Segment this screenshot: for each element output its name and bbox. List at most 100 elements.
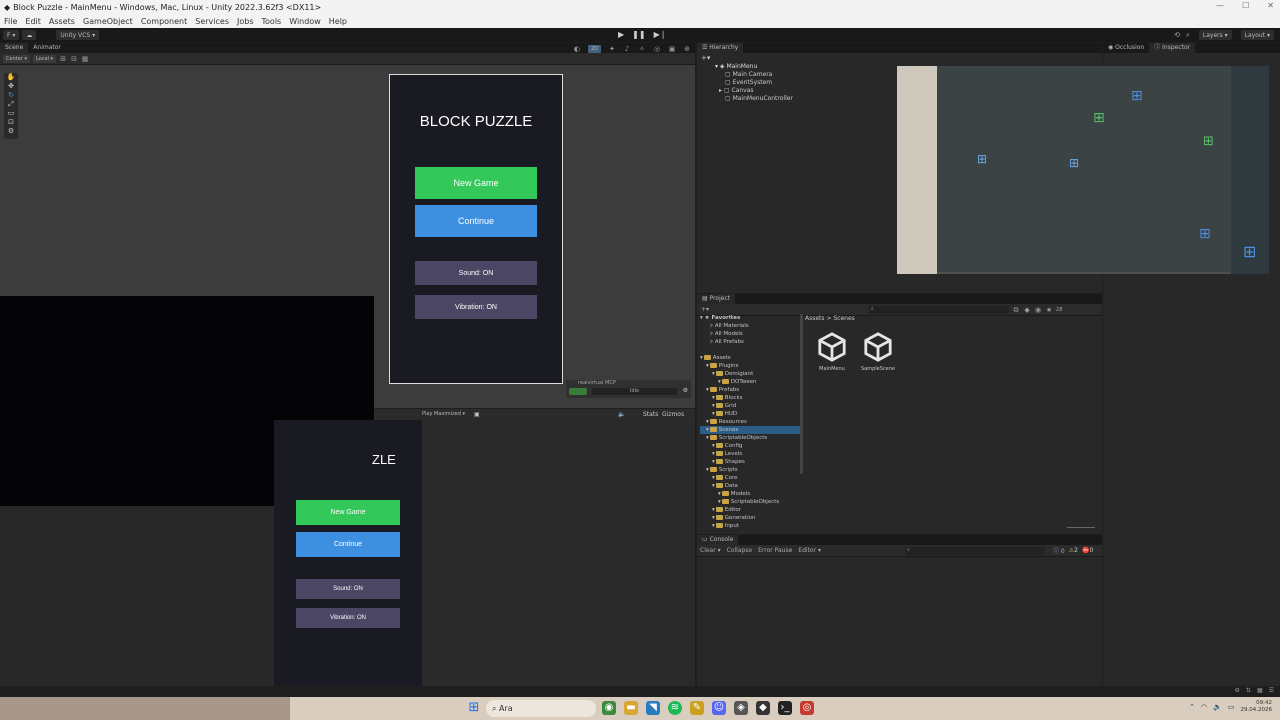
asset-item-mainmenu[interactable]: MainMenu [815,330,849,372]
audio-icon[interactable]: ♪ [623,45,631,53]
tab-hierarchy[interactable]: ☰ Hierarchy [697,43,744,53]
move-tool-icon[interactable]: ✥ [4,82,18,91]
game-continue-button[interactable]: Continue [296,532,400,557]
snap-increment-icon[interactable]: ⊟ [70,55,78,63]
project-tree-item[interactable]: ▾ Data [700,482,800,490]
expand-arrow-icon[interactable]: ▾ [706,363,709,369]
menu-services[interactable]: Services [195,17,229,26]
project-add-icon[interactable]: +▾ [701,306,709,313]
warning-count[interactable]: ⚠2 [1069,547,1078,554]
console-clear-button[interactable]: Clear ▾ [700,547,721,554]
project-tree-item[interactable]: ▾ ScriptableObjects [700,498,800,506]
expand-arrow-icon[interactable]: ▾ [712,451,715,457]
expand-arrow-icon[interactable]: ▾ [712,515,715,521]
favorite-icon[interactable]: ★ [1045,306,1053,314]
unity-icon[interactable]: ◆ [756,701,770,715]
project-tree-item[interactable]: ▾ HUD [700,410,800,418]
hand-tool-icon[interactable]: ✋ [4,73,18,82]
mcp-settings-icon[interactable]: ⚙ [683,387,688,394]
console-editor-dropdown[interactable]: Editor ▾ [798,547,821,554]
grid-icon[interactable]: ▦ [81,55,89,63]
stats-button[interactable]: Stats [643,411,658,418]
tray-chevron-icon[interactable]: ⌃ [1189,703,1195,711]
hierarchy-item-canvas[interactable]: ▸ ▢ Canvas [715,87,793,95]
filter-label-icon[interactable]: ◆ [1023,306,1031,314]
hierarchy-item-eventsystem[interactable]: ▢ EventSystem [715,79,793,87]
error-count[interactable]: ⛔0 [1082,547,1093,554]
expand-arrow-icon[interactable]: ▾ [712,523,715,529]
wifi-icon[interactable]: ◠ [1201,703,1207,711]
discord-icon[interactable]: ☺ [712,701,726,715]
rotate-tool-icon[interactable]: ↻ [4,91,18,100]
scene-sound-button[interactable]: Sound: ON [415,261,537,285]
spotify-icon[interactable]: ≋ [668,701,682,715]
favorite-item[interactable]: ⌕ All Prefabs [700,338,800,346]
breadcrumb-scenes[interactable]: Scenes [833,315,854,322]
project-tree-item[interactable]: ▾ Prefabs [700,386,800,394]
minimize-icon[interactable]: — [1216,1,1224,10]
hidden-objects-icon[interactable]: ◎ [653,45,661,53]
project-tree-scrollbar[interactable] [800,314,803,474]
favorites-header[interactable]: ▾ ★ Favorites [700,314,800,322]
pause-icon[interactable]: ❚❚ [632,30,645,39]
vcs-button[interactable]: Unity VCS ▾ [56,30,100,40]
transform-tool-icon[interactable]: ⊡ [4,118,18,127]
console-collapse-button[interactable]: Collapse [727,547,753,554]
menu-file[interactable]: File [4,17,17,26]
project-tree-item[interactable]: ▾ Assets [700,354,800,362]
scene-continue-button[interactable]: Continue [415,205,537,237]
project-tree-item[interactable]: ▾ Generation [700,514,800,522]
lighting-icon[interactable]: ✦ [608,45,616,53]
expand-arrow-icon[interactable]: ▾ [706,427,709,433]
asset-item-samplescene[interactable]: SampleScene [861,330,895,372]
expand-arrow-icon[interactable]: ▾ [718,379,721,385]
expand-arrow-icon[interactable]: ▾ [706,387,709,393]
icon-size-slider[interactable] [1067,527,1095,528]
project-tree-item[interactable]: ▾ Editor [700,506,800,514]
project-tree-item[interactable]: ▾ Scripts [700,466,800,474]
menu-jobs[interactable]: Jobs [237,17,254,26]
scene-vibration-button[interactable]: Vibration: ON [415,295,537,319]
favorite-item[interactable]: ⌕ All Models [700,330,800,338]
project-tree-item[interactable]: ▾ Scenes [700,426,800,434]
step-icon[interactable]: ▶❘ [654,30,667,39]
game-sound-button[interactable]: Sound: ON [296,579,400,599]
breadcrumb-assets[interactable]: Assets [805,315,825,322]
file-explorer-icon[interactable]: ▬ [624,701,638,715]
mcp-status-toggle[interactable] [569,388,587,395]
project-tree-item[interactable]: ▾ Input [700,522,800,530]
expand-arrow-icon[interactable]: ▾ [706,435,709,441]
camera-icon[interactable]: ▣ [668,45,676,53]
expand-arrow-icon[interactable]: ▾ [712,483,715,489]
project-tree-item[interactable]: ▾ Plugins [700,362,800,370]
maximize-icon[interactable]: ☐ [1242,1,1249,10]
hierarchy-add-icon[interactable]: +▾ [701,54,710,62]
project-tree-item[interactable]: ▾ Core [700,474,800,482]
network-icon[interactable]: ⇅ [1246,687,1251,694]
taskbar-search[interactable]: ⌕ Ara [486,700,596,717]
menu-component[interactable]: Component [141,17,187,26]
shading-icon[interactable]: ◐ [573,45,581,53]
hierarchy-icon[interactable]: ☰ [1269,687,1274,694]
expand-arrow-icon[interactable]: ▾ [712,395,715,401]
layers-dropdown[interactable]: Layers ▾ [1198,30,1232,40]
filter-hidden-icon[interactable]: ◉ [1034,306,1042,314]
space-dropdown[interactable]: Local ▾ [32,54,57,63]
account-button[interactable]: F ▾ [3,30,20,40]
expand-arrow-icon[interactable]: ▾ [706,419,709,425]
custom-tool-icon[interactable]: ⚙ [4,127,18,136]
project-tree-item[interactable]: ▾ Shapes [700,458,800,466]
expand-arrow-icon[interactable]: ▾ [712,507,715,513]
vscode-icon[interactable]: ◥ [646,701,660,715]
menu-tools[interactable]: Tools [262,17,282,26]
expand-arrow-icon[interactable]: ▾ [712,371,715,377]
menu-edit[interactable]: Edit [25,17,41,26]
expand-arrow-icon[interactable]: ▾ [712,443,715,449]
tab-inspector[interactable]: ⓘ Inspector [1149,43,1196,53]
scale-tool-icon[interactable]: ⤢ [4,100,18,109]
gizmos-button[interactable]: Gizmos [662,411,684,418]
expand-arrow-icon[interactable]: ▾ [718,499,721,505]
grid-snap-icon[interactable]: ⊞ [59,55,67,63]
menu-window[interactable]: Window [289,17,321,26]
terminal-icon[interactable]: ›_ [778,701,792,715]
